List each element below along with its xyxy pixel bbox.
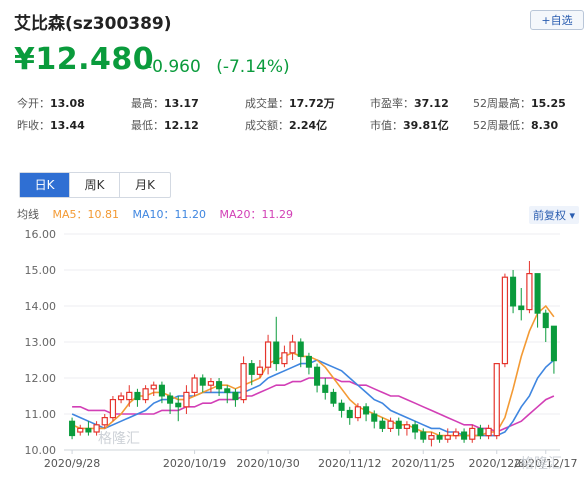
y-tick-label: 16.00	[25, 228, 57, 241]
x-tick-label: 2020/10/19	[163, 457, 226, 470]
candle-down	[420, 431, 427, 440]
y-tick-label: 10.00	[25, 444, 57, 457]
candle-up	[191, 377, 198, 393]
candle-down	[395, 420, 402, 429]
candle-down	[224, 388, 231, 393]
candle-up	[469, 427, 476, 440]
candle-up	[526, 273, 533, 311]
ma5-line	[71, 304, 555, 437]
candle-down	[199, 377, 206, 386]
candle-down	[542, 312, 549, 329]
candle-down	[216, 381, 223, 390]
candle-up	[77, 427, 84, 433]
candle-down	[273, 341, 280, 365]
candle-up	[387, 420, 394, 430]
candle-up	[444, 435, 451, 440]
candle-down	[134, 391, 141, 401]
x-tick-label: 2020/11/12	[318, 457, 381, 470]
candle-down	[346, 409, 353, 419]
candle-down	[477, 427, 484, 437]
candle-up	[109, 399, 117, 419]
candle-up	[403, 424, 411, 429]
candle-down	[297, 341, 304, 357]
watermark: 格隆汇	[520, 456, 562, 472]
candle-down	[510, 276, 517, 307]
y-tick-label: 13.00	[25, 336, 57, 349]
y-tick-label: 14.00	[25, 300, 57, 313]
candle-down	[534, 273, 541, 314]
candle-up	[281, 352, 288, 365]
candlestick-chart: 16.0015.0014.0013.0012.0011.0010.009.002…	[25, 228, 578, 470]
candle-up	[452, 431, 460, 437]
candle-down	[314, 366, 321, 386]
candle-down	[518, 305, 525, 311]
y-tick-label: 15.00	[25, 264, 57, 277]
candle-down	[175, 402, 182, 408]
candle-down	[363, 406, 370, 415]
candle-up	[264, 341, 272, 368]
candle-up	[501, 276, 509, 365]
watermark: 格隆汇	[98, 431, 140, 447]
candle-down	[338, 402, 345, 411]
candle-down	[461, 431, 468, 440]
candle-up	[183, 391, 190, 408]
candle-up	[485, 427, 492, 437]
candle-up	[207, 381, 215, 386]
candle-down	[436, 435, 443, 440]
candle-up	[150, 384, 157, 390]
candle-up	[289, 341, 296, 354]
y-tick-label: 11.00	[25, 408, 57, 421]
candle-down	[412, 424, 419, 433]
y-tick-label: 12.00	[25, 372, 57, 385]
candle-down	[232, 391, 239, 401]
candle-up	[117, 395, 125, 401]
candle-down	[330, 391, 337, 404]
ma20-line	[72, 377, 555, 433]
candle-up	[493, 363, 500, 437]
x-tick-label: 2020/11/25	[392, 457, 455, 470]
x-tick-label: 2020/10/30	[236, 457, 299, 470]
candle-down	[550, 325, 557, 362]
candle-up	[240, 363, 247, 401]
candle-up	[126, 391, 133, 401]
candle-down	[371, 413, 378, 422]
candle-up	[428, 435, 435, 440]
candle-down	[158, 384, 165, 397]
candle-up	[101, 417, 108, 426]
candle-up	[256, 366, 264, 376]
candle-down	[167, 395, 174, 404]
candle-down	[248, 363, 255, 375]
candle-down	[69, 420, 76, 437]
candle-down	[85, 427, 92, 433]
candle-down	[322, 384, 329, 393]
x-tick-label: 2020/9/28	[44, 457, 100, 470]
candle-down	[305, 355, 312, 368]
candle-up	[142, 388, 149, 401]
candle-down	[379, 420, 386, 429]
candle-up	[354, 406, 362, 419]
